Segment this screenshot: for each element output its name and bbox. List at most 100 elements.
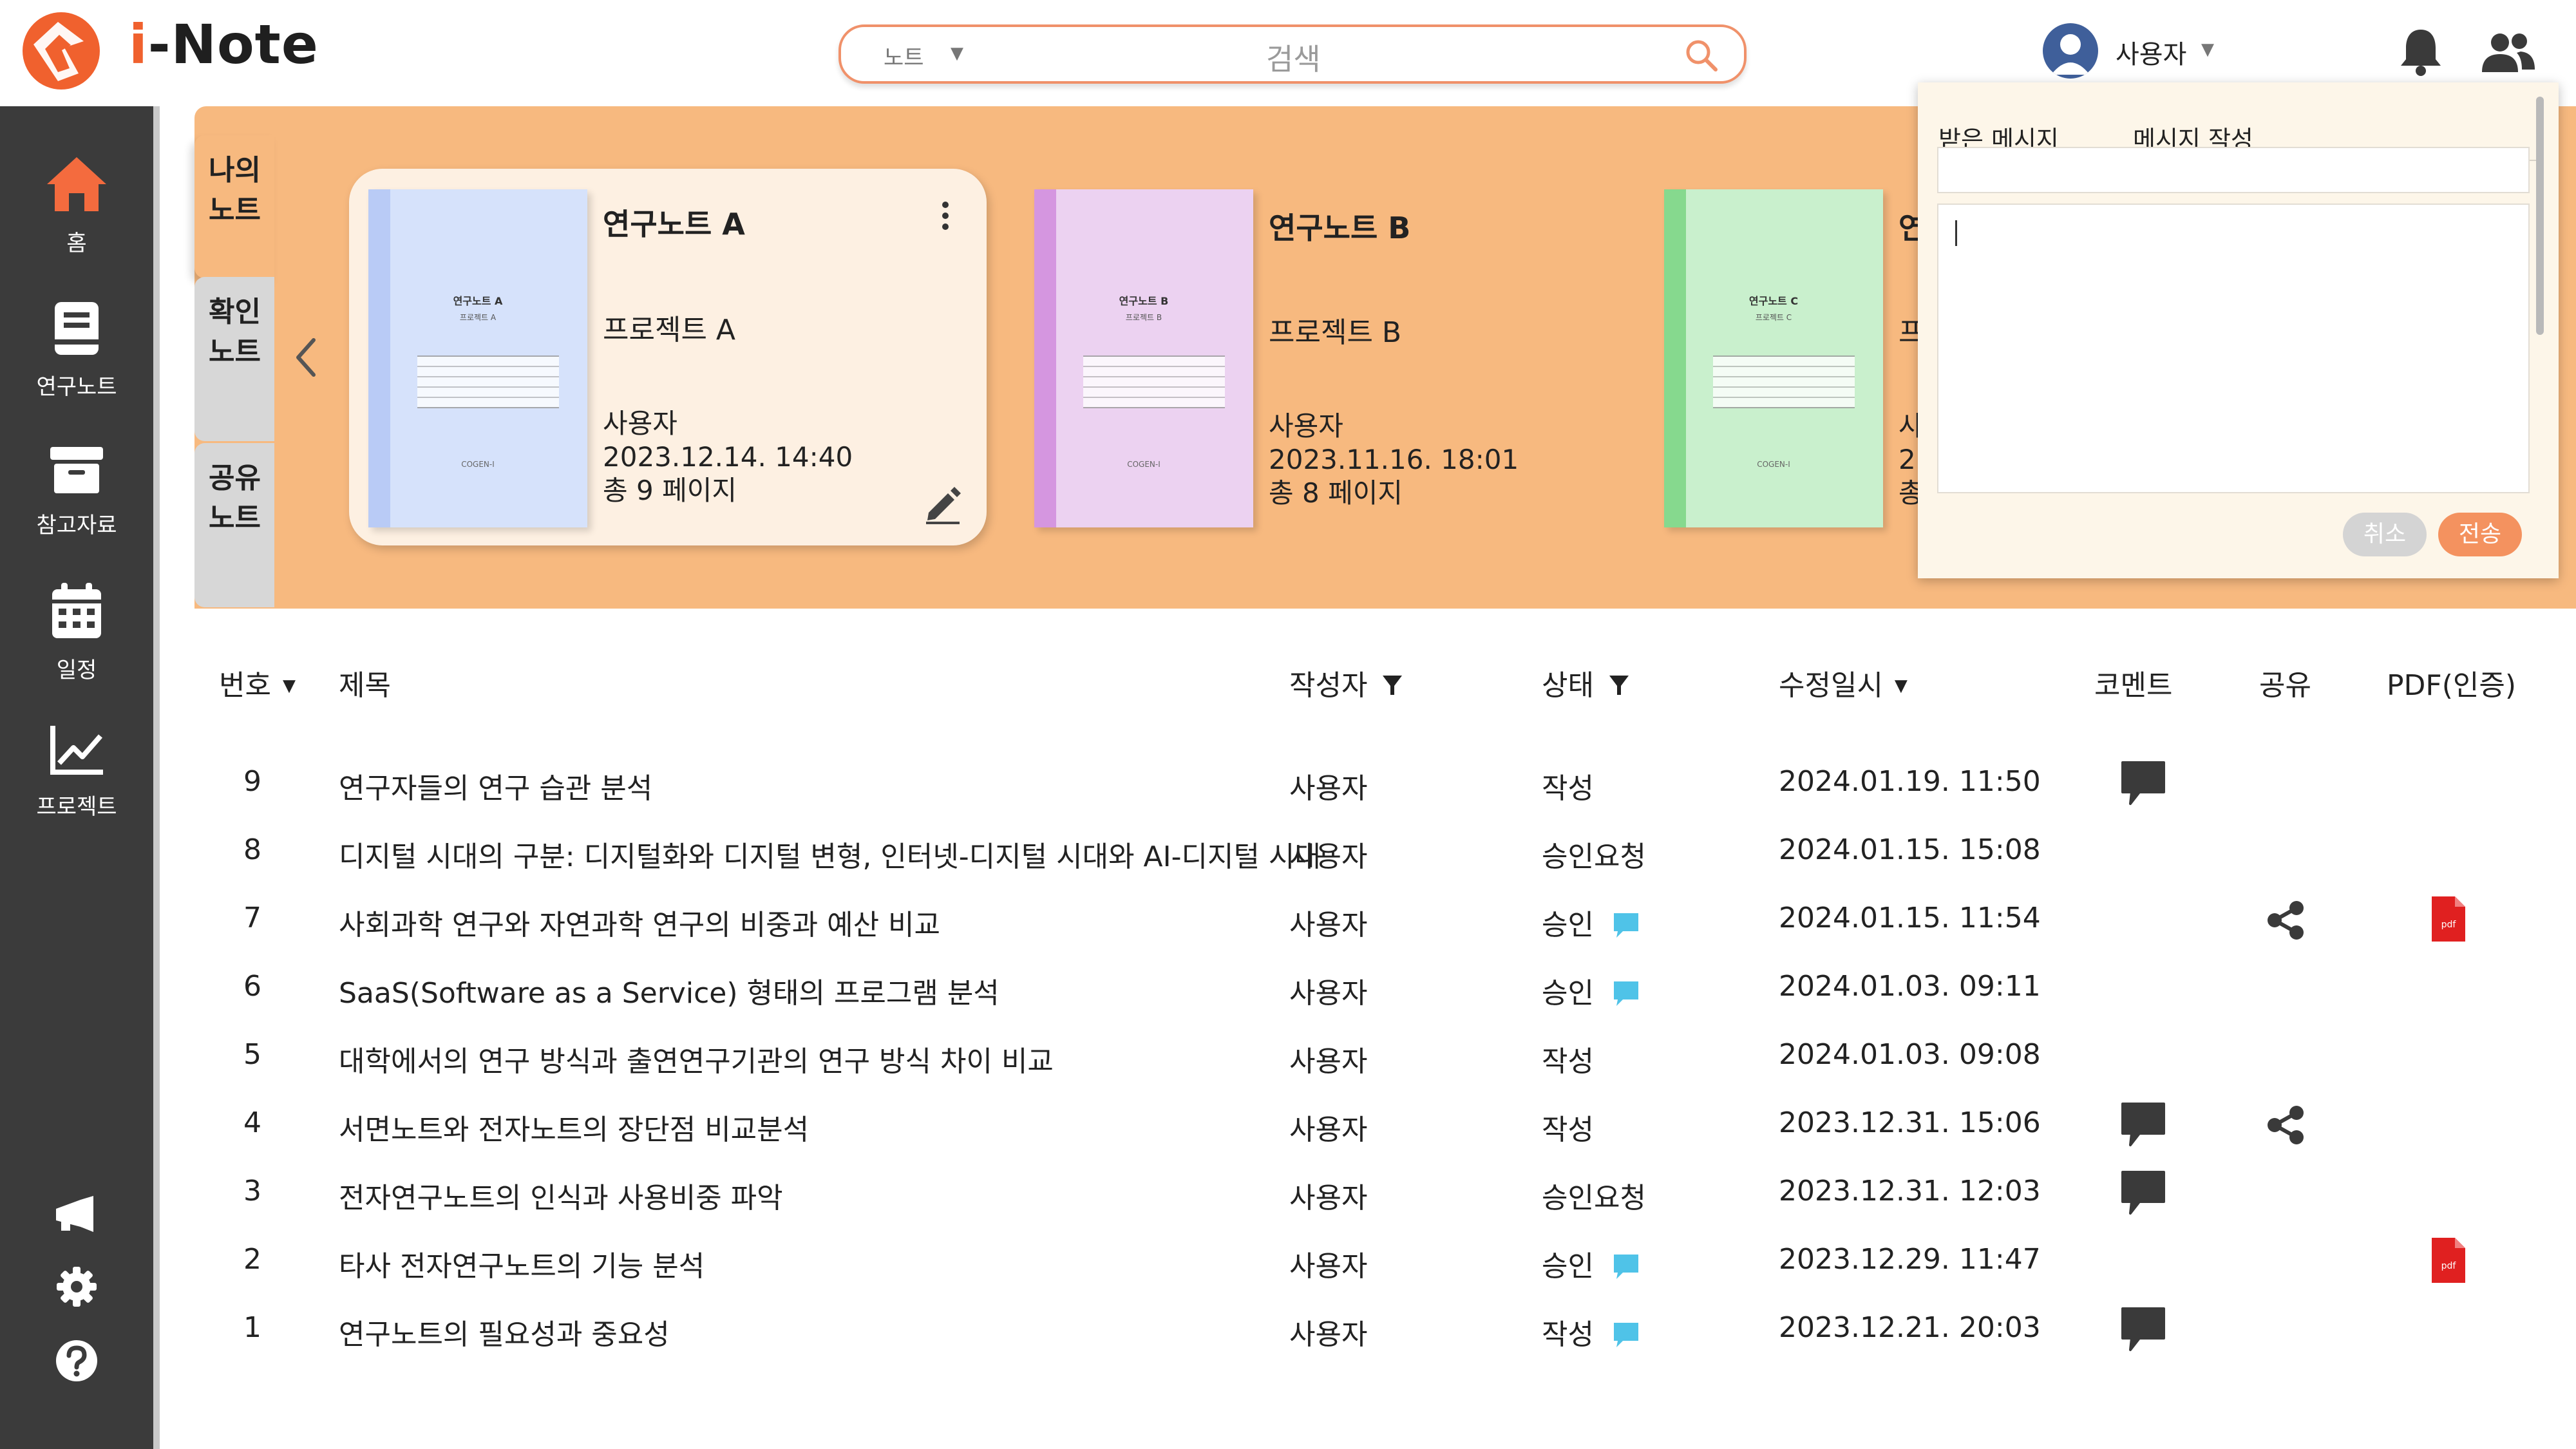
- home-icon: [47, 157, 106, 211]
- chart-line-icon: [50, 726, 103, 775]
- table-row[interactable]: 2 타사 전자연구노트의 기능 분석 사용자 승인 2023.12.29. 11:47 p…: [194, 1229, 2576, 1297]
- cover-title: 연구노트 B: [1119, 295, 1169, 307]
- sidebar-item-schedule[interactable]: 일정: [0, 582, 153, 684]
- row-number: 8: [243, 833, 261, 866]
- pdf-icon[interactable]: pdf: [2429, 895, 2468, 943]
- brand-rest: -Note: [147, 13, 319, 76]
- chevron-left-icon[interactable]: [293, 335, 319, 380]
- comment-icon[interactable]: [2119, 1100, 2168, 1149]
- people-icon[interactable]: [2479, 30, 2536, 75]
- table-row[interactable]: 9 연구자들의 연구 습관 분석 사용자 작성 2024.01.19. 11:50: [194, 751, 2576, 819]
- row-title[interactable]: 서면노트와 전자노트의 장단점 비교분석: [339, 1106, 1421, 1148]
- share-icon[interactable]: [2264, 899, 2307, 942]
- sidebar-item-notes[interactable]: 연구노트: [0, 299, 153, 401]
- cover-title: 연구노트 C: [1748, 295, 1799, 307]
- pencil-icon[interactable]: [922, 484, 963, 526]
- row-title[interactable]: SaaS(Software as a Service) 형태의 프로그램 분석: [339, 970, 1421, 1011]
- sort-caret-icon[interactable]: ▼: [1895, 676, 1908, 696]
- column-header-title[interactable]: 제목: [339, 662, 391, 703]
- note-cover[interactable]: 연구노트 C 프로젝트 C COGEN-I: [1664, 189, 1883, 527]
- note-card-meta: 사용자 2023.11.16. 18:01 총 8 페이지: [1269, 410, 1519, 510]
- send-button[interactable]: 전송: [2438, 513, 2522, 556]
- row-title[interactable]: 타사 전자연구노트의 기능 분석: [339, 1243, 1421, 1284]
- header-label: 작성자: [1289, 669, 1368, 702]
- row-title[interactable]: 전자연구노트의 인식과 사용비중 파악: [339, 1175, 1421, 1216]
- comment-icon[interactable]: [2119, 1305, 2168, 1354]
- note-cover[interactable]: 연구노트 B 프로젝트 B COGEN-I: [1034, 189, 1253, 527]
- table-row[interactable]: 6 SaaS(Software as a Service) 형태의 프로그램 분석…: [194, 956, 2576, 1024]
- settings-button[interactable]: [0, 1265, 153, 1308]
- row-status: 작성: [1542, 1318, 1594, 1351]
- search-input[interactable]: 검색: [1266, 36, 1321, 79]
- cancel-button[interactable]: 취소: [2343, 513, 2427, 556]
- user-name[interactable]: 사용자: [2116, 33, 2186, 71]
- row-title[interactable]: 사회과학 연구와 자연과학 연구의 비중과 예산 비교: [339, 902, 1421, 943]
- row-title[interactable]: 디지털 시대의 구분: 디지털화와 디지털 변형, 인터넷-디지털 시대와 AI…: [339, 833, 1421, 875]
- sidebar-item-projects[interactable]: 프로젝트: [0, 723, 153, 820]
- filter-icon[interactable]: [1608, 673, 1630, 697]
- tab-shared-notes[interactable]: 공유 노트: [194, 443, 274, 607]
- tab-my-notes[interactable]: 나의 노트: [194, 135, 274, 278]
- row-number: 4: [243, 1106, 261, 1139]
- column-header-modified[interactable]: 수정일시 ▼: [1779, 662, 1908, 703]
- note-card-project: 프로젝트 A: [603, 314, 736, 346]
- avatar[interactable]: [2043, 23, 2098, 79]
- table-row[interactable]: 1 연구노트의 필요성과 중요성 사용자 작성 2023.12.21. 20:03: [194, 1297, 2576, 1365]
- table-row[interactable]: 7 사회과학 연구와 자연과학 연구의 비중과 예산 비교 사용자 승인 2024.01…: [194, 887, 2576, 956]
- column-header-status[interactable]: 상태: [1542, 662, 1630, 703]
- cover-subtitle: 프로젝트 A: [459, 313, 497, 322]
- message-bubble-icon[interactable]: [1611, 1252, 1641, 1282]
- chevron-down-icon[interactable]: ▼: [2201, 40, 2214, 59]
- message-bubble-icon[interactable]: [1611, 1320, 1641, 1350]
- tab-label: 노트: [209, 502, 261, 535]
- tab-review-notes[interactable]: 확인 노트: [194, 277, 274, 441]
- logo-icon[interactable]: [19, 9, 103, 93]
- note-card-datetime: 2023.12.14. 14:40: [603, 441, 853, 473]
- svg-text:pdf: pdf: [2441, 920, 2457, 930]
- message-bubble-icon[interactable]: [1611, 911, 1641, 940]
- announcement-button[interactable]: [0, 1195, 153, 1233]
- cover-subtitle: 프로젝트 C: [1755, 313, 1792, 322]
- bell-icon[interactable]: [2397, 26, 2445, 77]
- gear-icon: [57, 1267, 97, 1307]
- table-row[interactable]: 3 전자연구노트의 인식과 사용비중 파악 사용자 승인요청 2023.12.31. 1…: [194, 1160, 2576, 1229]
- tab-label: 노트: [209, 194, 261, 227]
- table-row[interactable]: 5 대학에서의 연구 방식과 출연연구기관의 연구 방식 차이 비교 사용자 작성 20…: [194, 1024, 2576, 1092]
- table-row[interactable]: 8 디지털 시대의 구분: 디지털화와 디지털 변형, 인터넷-디지털 시대와 A…: [194, 819, 2576, 887]
- row-title[interactable]: 연구노트의 필요성과 중요성: [339, 1311, 1421, 1352]
- message-bubble-icon[interactable]: [1611, 979, 1641, 1009]
- help-button[interactable]: [0, 1339, 153, 1383]
- sort-caret-icon[interactable]: ▼: [283, 676, 296, 696]
- share-icon[interactable]: [2264, 1104, 2307, 1146]
- note-card-pages: 총 8 페이지: [1269, 477, 1403, 509]
- search-icon[interactable]: [1683, 37, 1719, 73]
- row-title[interactable]: 대학에서의 연구 방식과 출연연구기관의 연구 방식 차이 비교: [339, 1038, 1421, 1079]
- row-title[interactable]: 연구자들의 연구 습관 분석: [339, 765, 1421, 806]
- scrollbar[interactable]: [2536, 97, 2544, 335]
- sidebar: 홈 연구노트 참고자료 일정 프로젝트: [0, 106, 153, 1449]
- search-scope-select[interactable]: 노트: [884, 40, 924, 71]
- table-row[interactable]: 4 서면노트와 전자노트의 장단점 비교분석 사용자 작성 2023.12.31. 15…: [194, 1092, 2576, 1160]
- search-bar[interactable]: 노트 ▼ 검색: [838, 24, 1747, 84]
- chevron-down-icon[interactable]: ▼: [951, 44, 963, 63]
- sidebar-item-home[interactable]: 홈: [0, 155, 153, 257]
- filter-icon[interactable]: [1381, 673, 1403, 697]
- pdf-icon[interactable]: pdf: [2429, 1236, 2468, 1284]
- message-body-input[interactable]: [1937, 204, 2530, 493]
- comment-icon[interactable]: [2119, 759, 2168, 808]
- note-card-datetime: 2023.11.16. 18:01: [1269, 444, 1519, 475]
- row-status: 승인요청: [1542, 840, 1646, 873]
- tab-label: 확인: [209, 296, 261, 328]
- sidebar-item-references[interactable]: 참고자료: [0, 444, 153, 539]
- column-header-author[interactable]: 작성자: [1289, 662, 1403, 703]
- column-header-num[interactable]: 번호 ▼: [219, 662, 296, 703]
- more-vertical-icon[interactable]: [939, 200, 952, 232]
- comment-icon[interactable]: [2119, 1168, 2168, 1217]
- recipient-input[interactable]: [1937, 147, 2530, 193]
- row-status: 승인: [1542, 909, 1594, 942]
- note-cover[interactable]: 연구노트 A 프로젝트 A COGEN-I: [368, 189, 587, 527]
- row-number: 6: [243, 970, 261, 1003]
- row-number: 1: [243, 1311, 261, 1344]
- note-card-author: 사용자: [603, 408, 677, 439]
- row-modified-date: 2023.12.31. 15:06: [1779, 1106, 2041, 1139]
